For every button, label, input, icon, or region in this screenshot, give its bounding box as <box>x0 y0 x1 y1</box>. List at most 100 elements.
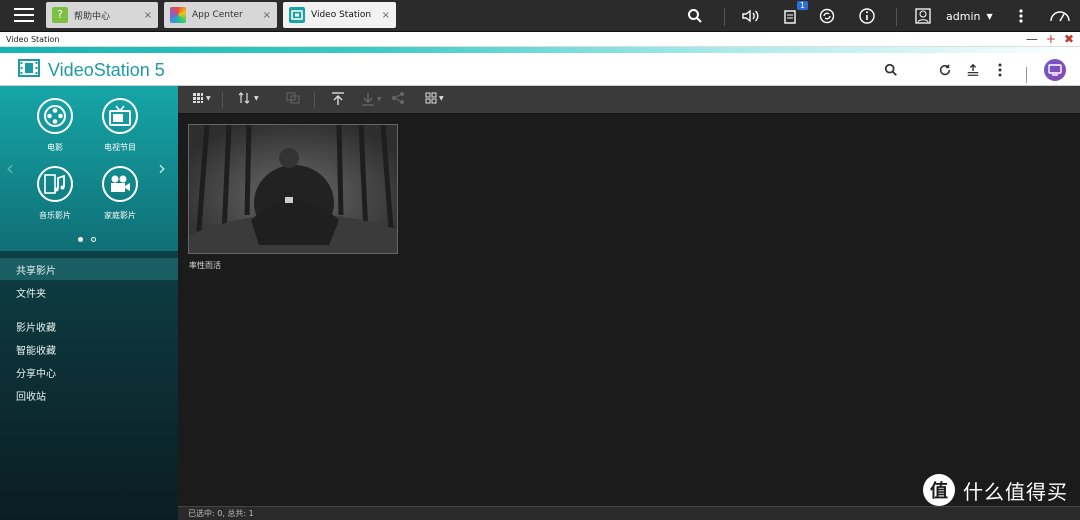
sidebar-item-label: 智能收藏 <box>16 345 56 357</box>
qts-taskbar: ? 帮助中心 × App Center × Video Station × 1 … <box>0 0 1080 32</box>
chevron-down-icon: ▼ <box>254 94 259 102</box>
video-title: 率性而活 <box>189 261 221 270</box>
app-logo: VideoStation 5 <box>18 59 165 81</box>
upload-button[interactable] <box>331 92 345 106</box>
sidebar-item-label: 回收站 <box>16 391 46 403</box>
user-icon[interactable] <box>912 5 934 27</box>
carousel-prev-icon[interactable]: ‹ <box>6 156 14 180</box>
category-home-videos[interactable]: 家庭影片 <box>90 166 150 221</box>
sidebar-item-label: 文件夹 <box>16 288 46 300</box>
volume-icon[interactable] <box>740 5 762 27</box>
sort-icon <box>238 92 250 104</box>
category-label: 电影 <box>47 143 63 152</box>
more-options-icon[interactable] <box>991 61 1009 79</box>
sidebar-item-label: 共享影片 <box>16 265 56 277</box>
sort-button[interactable]: ▼ <box>238 92 259 104</box>
toolbar-divider <box>896 8 897 26</box>
copy-icon <box>286 92 300 104</box>
sidebar-item-collections[interactable]: 影片收藏 <box>0 315 178 337</box>
window-title: Video Station <box>6 34 60 44</box>
sidebar-item-label: 影片收藏 <box>16 322 56 334</box>
video-grid: 率性而活 <box>178 114 1080 506</box>
toolbar-divider <box>314 92 315 108</box>
sidebar: ‹ › 电影 电视节目 音乐影片 家庭影片 共享影片 文件夹 影片收藏 智能收藏… <box>0 86 178 520</box>
page-dot[interactable] <box>91 237 96 242</box>
tab-video-station[interactable]: Video Station × <box>283 2 396 28</box>
tab-label: Video Station <box>311 10 372 20</box>
sidebar-item-folders[interactable]: 文件夹 <box>0 281 178 303</box>
sidebar-item-shared-videos[interactable]: 共享影片 <box>0 258 178 280</box>
dashboard-gauge-icon[interactable] <box>1048 5 1072 27</box>
close-window-button[interactable]: ✖ <box>1064 33 1074 45</box>
video-camera-icon <box>102 166 138 202</box>
app-title: VideoStation 5 <box>48 59 165 80</box>
chevron-down-icon: ▼ <box>986 11 993 21</box>
username: admin <box>946 9 981 23</box>
film-reel-icon <box>37 98 73 134</box>
thumbnail-layout-icon <box>425 92 437 104</box>
app-center-icon <box>170 7 186 23</box>
tv-icon <box>102 98 138 134</box>
copy-button[interactable] <box>286 92 300 104</box>
window-title-bar[interactable]: Video Station — + ✖ <box>0 32 1080 47</box>
refresh-icon[interactable] <box>936 61 954 79</box>
chevron-down-icon: ▼ <box>206 94 211 102</box>
sidebar-item-recycle-bin[interactable]: 回收站 <box>0 384 178 406</box>
tab-label: App Center <box>192 10 243 20</box>
view-mode-button[interactable]: ▼ <box>192 92 211 104</box>
share-button[interactable] <box>391 92 405 104</box>
toolbar-divider <box>222 92 223 108</box>
content-toolbar: ▼ ▼ ▼ ▼ <box>178 86 1080 114</box>
upload-icon <box>332 92 344 105</box>
layout-options-button[interactable]: ▼ <box>425 92 444 104</box>
help-center-icon: ? <box>52 7 68 23</box>
header-divider <box>1026 67 1027 83</box>
background-tasks-icon[interactable]: 1 <box>780 1 808 27</box>
carousel-pagination[interactable] <box>78 237 96 242</box>
app-header: VideoStation 5 <box>0 53 1080 86</box>
root: { "topbar": { "tabs": [ {"label": "帮助中心"… <box>0 0 1080 520</box>
search-icon[interactable] <box>684 5 706 27</box>
page-dot-active[interactable] <box>78 237 83 242</box>
category-label: 家庭影片 <box>104 211 136 220</box>
sidebar-item-label: 分享中心 <box>16 368 56 380</box>
category-carousel: ‹ › 电影 电视节目 音乐影片 家庭影片 <box>0 86 178 251</box>
more-options-icon[interactable] <box>1012 5 1030 27</box>
chevron-down-icon: ▼ <box>439 94 444 102</box>
minimize-button[interactable]: — <box>1026 33 1038 45</box>
category-tv-shows[interactable]: 电视节目 <box>90 98 150 153</box>
notification-badge: 1 <box>796 1 808 10</box>
category-music-videos[interactable]: 音乐影片 <box>25 166 85 221</box>
share-icon <box>392 92 404 104</box>
video-station-icon <box>289 7 305 23</box>
sidebar-item-smart-collections[interactable]: 智能收藏 <box>0 338 178 360</box>
watermark-text: 什么值得买 <box>963 479 1068 504</box>
close-tab-icon[interactable]: × <box>263 10 271 21</box>
close-tab-icon[interactable]: × <box>382 10 390 21</box>
tab-app-center[interactable]: App Center × <box>164 2 277 28</box>
close-tab-icon[interactable]: × <box>144 10 152 21</box>
sync-icon[interactable] <box>816 5 838 27</box>
media-player-icon[interactable] <box>1044 59 1066 81</box>
download-icon <box>362 93 374 106</box>
info-icon[interactable] <box>856 5 878 27</box>
chevron-down-icon: ▼ <box>377 95 382 103</box>
tab-label: 帮助中心 <box>74 11 111 22</box>
carousel-next-icon[interactable]: › <box>158 156 166 180</box>
category-movies[interactable]: 电影 <box>25 98 85 153</box>
grid-view-icon <box>193 93 203 103</box>
maximize-button[interactable]: + <box>1046 33 1056 45</box>
video-thumbnail[interactable] <box>188 124 398 254</box>
selection-count: 已选中: 0, 总共: 1 <box>188 509 254 518</box>
main-menu-button[interactable] <box>12 4 36 28</box>
upload-queue-icon[interactable] <box>964 61 982 79</box>
user-menu[interactable]: admin ▼ <box>946 5 1000 27</box>
tab-help-center[interactable]: ? 帮助中心 × <box>46 2 158 28</box>
film-strip-icon <box>18 59 40 81</box>
sidebar-item-share-center[interactable]: 分享中心 <box>0 361 178 383</box>
smzdm-logo-icon: 值 <box>923 474 955 506</box>
search-icon[interactable] <box>882 61 900 79</box>
download-button[interactable]: ▼ <box>361 92 382 106</box>
category-label: 音乐影片 <box>39 211 71 220</box>
toolbar-divider <box>724 8 725 26</box>
